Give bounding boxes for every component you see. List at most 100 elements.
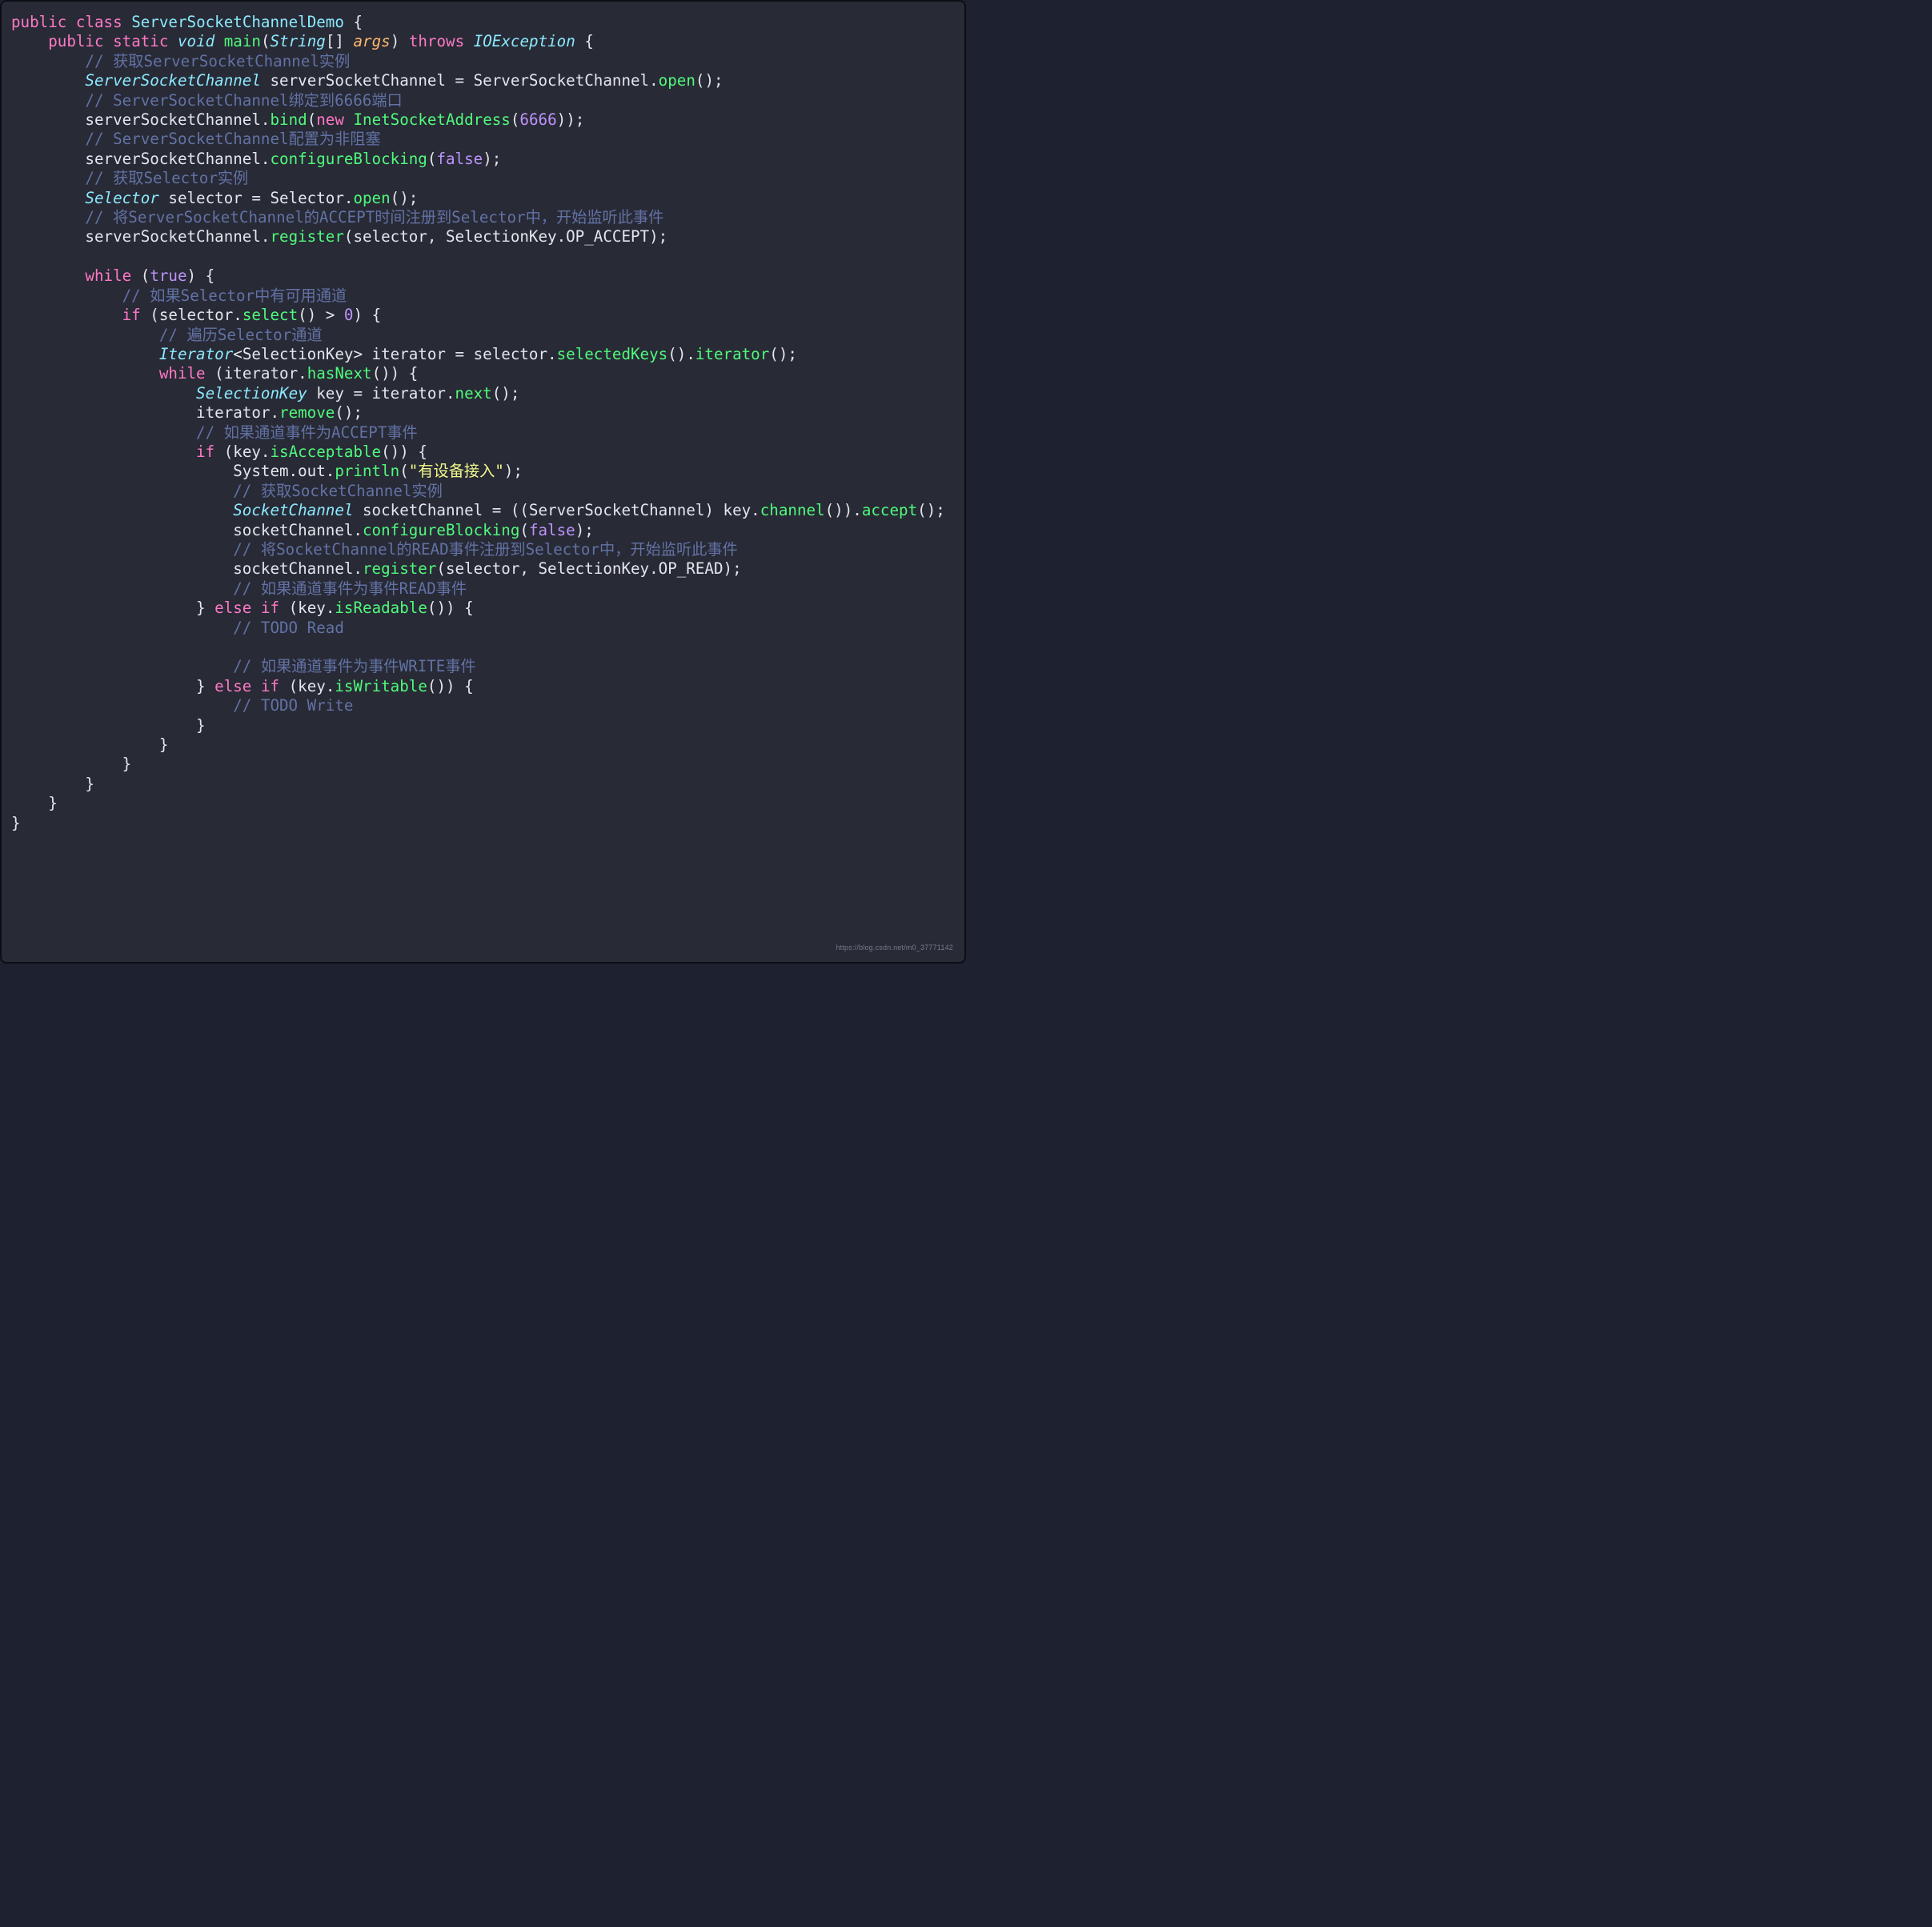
txt: ); bbox=[575, 521, 594, 539]
kw: else bbox=[214, 677, 251, 695]
str: "有设备接入" bbox=[409, 462, 504, 480]
num: 6666 bbox=[519, 110, 556, 129]
txt: ()) { bbox=[372, 364, 419, 383]
fn: isWritable bbox=[335, 677, 427, 695]
txt: ); bbox=[483, 150, 501, 168]
txt: ( bbox=[511, 110, 520, 129]
kw: if bbox=[261, 599, 279, 617]
num: 0 bbox=[344, 306, 354, 324]
fn: select bbox=[243, 306, 298, 324]
type: Selector bbox=[85, 189, 158, 207]
txt: ) { bbox=[187, 266, 215, 285]
fn: register bbox=[270, 227, 343, 246]
txt: (key. bbox=[224, 443, 271, 461]
txt: iterator. bbox=[196, 403, 279, 422]
type: Iterator bbox=[159, 345, 233, 363]
type: String bbox=[271, 32, 326, 50]
bool: false bbox=[436, 150, 483, 168]
fn: println bbox=[335, 462, 399, 480]
comment: // 获取Selector实例 bbox=[85, 169, 248, 187]
kw: public bbox=[11, 13, 66, 31]
txt: (selector, SelectionKey.OP_READ); bbox=[436, 559, 741, 578]
comment: // ServerSocketChannel配置为非阻塞 bbox=[85, 130, 380, 148]
txt: selector = Selector. bbox=[168, 189, 353, 207]
txt: () > bbox=[298, 306, 344, 324]
comment: // 将ServerSocketChannel的ACCEPT时间注册到Selec… bbox=[85, 208, 663, 226]
brace: } bbox=[11, 814, 21, 832]
txt: (); bbox=[391, 189, 419, 207]
fn: accept bbox=[862, 501, 917, 519]
brace: } bbox=[196, 716, 206, 735]
fn: open bbox=[659, 71, 695, 90]
txt: key = iterator. bbox=[316, 384, 455, 403]
txt: serverSocketChannel = ServerSocketChanne… bbox=[270, 71, 658, 90]
txt: ( bbox=[141, 266, 150, 285]
type: SocketChannel bbox=[233, 501, 353, 519]
txt: (). bbox=[667, 345, 695, 363]
fn: configureBlocking bbox=[270, 150, 427, 168]
comment: // 获取ServerSocketChannel实例 bbox=[85, 52, 350, 70]
brace: } bbox=[159, 735, 169, 754]
comment: // 将SocketChannel的READ事件注册到Selector中，开始监… bbox=[233, 540, 737, 559]
txt: ); bbox=[504, 462, 523, 480]
code-frame: public class ServerSocketChannelDemo { p… bbox=[0, 0, 966, 964]
type: ServerSocketChannel bbox=[85, 71, 261, 90]
txt: } bbox=[196, 599, 214, 617]
fn: register bbox=[363, 559, 436, 578]
fn: channel bbox=[760, 501, 825, 519]
txt: serverSocketChannel. bbox=[85, 150, 270, 168]
kw: while bbox=[85, 266, 131, 285]
txt: ( bbox=[519, 521, 529, 539]
fn: hasNext bbox=[307, 364, 372, 383]
kw: if bbox=[196, 443, 214, 461]
kw: public bbox=[48, 32, 103, 50]
txt: <SelectionKey> iterator = selector. bbox=[233, 345, 556, 363]
txt: (key. bbox=[289, 677, 335, 695]
txt: socketChannel = ((ServerSocketChannel) k… bbox=[363, 501, 760, 519]
bool: false bbox=[529, 521, 575, 539]
comment: // ServerSocketChannel绑定到6666端口 bbox=[85, 91, 402, 110]
txt: serverSocketChannel. bbox=[85, 110, 270, 129]
txt: socketChannel. bbox=[233, 521, 363, 539]
comment: // 如果通道事件为事件READ事件 bbox=[233, 579, 467, 598]
fn: bind bbox=[270, 110, 307, 129]
txt: ()). bbox=[825, 501, 862, 519]
txt: ) { bbox=[353, 306, 381, 324]
fn: iterator bbox=[695, 345, 769, 363]
txt: (key. bbox=[289, 599, 335, 617]
txt: (selector, SelectionKey.OP_ACCEPT); bbox=[344, 227, 667, 246]
txt: ()) { bbox=[427, 599, 474, 617]
fn: isAcceptable bbox=[270, 443, 381, 461]
param: args bbox=[354, 32, 391, 50]
kw: static bbox=[113, 32, 168, 50]
type: void bbox=[178, 32, 214, 50]
type: IOException bbox=[474, 32, 575, 50]
fn: open bbox=[353, 189, 390, 207]
comment: // TODO Read bbox=[233, 619, 344, 637]
kw: throws bbox=[409, 32, 464, 50]
fn: selectedKeys bbox=[557, 345, 668, 363]
comment: // 如果Selector中有可用通道 bbox=[122, 286, 347, 305]
comment: // TODO Write bbox=[233, 696, 353, 715]
txt: (); bbox=[695, 71, 723, 90]
fn: configureBlocking bbox=[363, 521, 519, 539]
kw: if bbox=[122, 306, 141, 324]
txt: System.out. bbox=[233, 462, 335, 480]
kw: new bbox=[316, 110, 344, 129]
kw: class bbox=[76, 13, 122, 31]
txt: socketChannel. bbox=[233, 559, 363, 578]
comment: // 如果通道事件为事件WRITE事件 bbox=[233, 657, 475, 675]
kw: while bbox=[159, 364, 206, 383]
fn: InetSocketAddress bbox=[353, 110, 510, 129]
type: ServerSocketChannelDemo bbox=[131, 13, 344, 31]
brace: } bbox=[85, 775, 94, 793]
txt: (); bbox=[917, 501, 945, 519]
txt: (); bbox=[335, 403, 363, 422]
txt: (iterator. bbox=[214, 364, 307, 383]
fn: isReadable bbox=[335, 599, 427, 617]
txt: } bbox=[196, 677, 214, 695]
txt: ()) { bbox=[427, 677, 474, 695]
txt: )); bbox=[557, 110, 585, 129]
fn: next bbox=[455, 384, 492, 403]
type: SelectionKey bbox=[196, 384, 307, 403]
